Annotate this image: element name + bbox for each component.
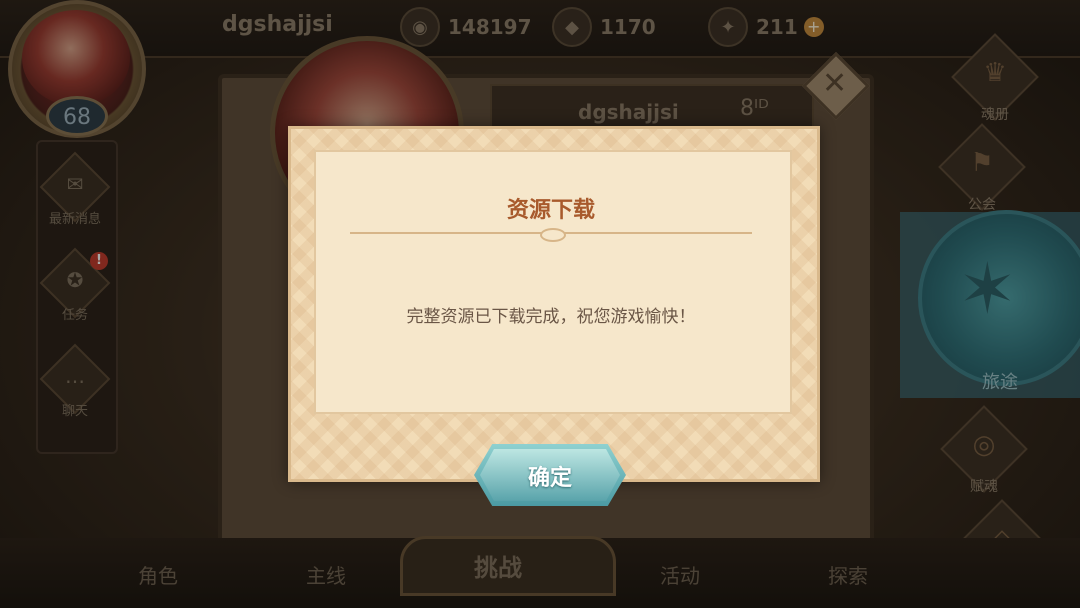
confirm-label: 确定	[527, 466, 572, 491]
dialog-content-panel	[314, 150, 792, 414]
dialog-message: 完整资源已下载完成，祝您游戏愉快！	[406, 307, 696, 327]
confirm-button[interactable]: 确定	[474, 444, 626, 506]
game-screen: dgshajjsi ◉ 148197 ◆ 1170 ✦ 211 + 68 ✉ 最…	[0, 0, 1080, 608]
dialog-title: 资源下载	[506, 198, 595, 223]
divider-ornament	[540, 228, 566, 242]
